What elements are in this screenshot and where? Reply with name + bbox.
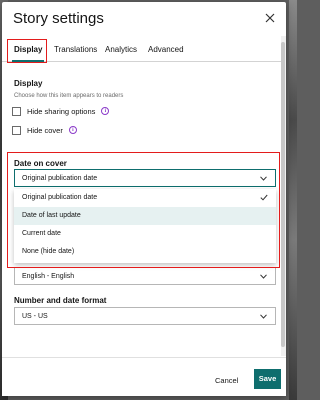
- hide-cover-label: Hide cover: [27, 125, 63, 135]
- dialog-header: Story settings: [2, 2, 286, 34]
- chevron-down-icon: [260, 274, 267, 279]
- hide-sharing-checkbox[interactable]: [12, 106, 21, 116]
- info-icon[interactable]: i: [68, 126, 77, 134]
- info-icon[interactable]: i: [101, 107, 110, 115]
- hide-cover-row: Hide cover i: [12, 124, 77, 136]
- display-description: Choose how this item appears to readers: [14, 93, 124, 99]
- dialog-title: Story settings: [13, 10, 104, 27]
- save-button[interactable]: Save: [254, 369, 281, 389]
- number-date-format-label: Number and date format: [14, 296, 107, 305]
- story-settings-dialog: Story settings Display Translations Anal…: [2, 2, 286, 396]
- hide-sharing-label: Hide sharing options: [27, 106, 96, 116]
- cancel-button[interactable]: Cancel: [215, 376, 238, 385]
- tab-advanced[interactable]: Advanced: [148, 45, 184, 54]
- scrollbar-thumb[interactable]: [281, 42, 285, 347]
- tab-analytics[interactable]: Analytics: [105, 45, 137, 54]
- chevron-down-icon: [260, 314, 267, 319]
- dialog-footer: Cancel Save: [2, 357, 286, 396]
- display-heading: Display: [14, 79, 43, 88]
- close-icon[interactable]: [264, 12, 276, 24]
- background-right: [289, 0, 297, 400]
- display-tab-highlight: [7, 39, 47, 63]
- language-select[interactable]: English - English: [14, 267, 276, 285]
- hide-cover-checkbox[interactable]: [12, 125, 21, 135]
- hide-sharing-row: Hide sharing options i: [12, 105, 110, 117]
- tab-translations[interactable]: Translations: [54, 45, 97, 54]
- number-date-format-select[interactable]: US - US: [14, 307, 276, 325]
- date-on-cover-highlight: [7, 152, 280, 268]
- language-value: English - English: [22, 273, 75, 280]
- number-date-format-value: US - US: [22, 313, 48, 320]
